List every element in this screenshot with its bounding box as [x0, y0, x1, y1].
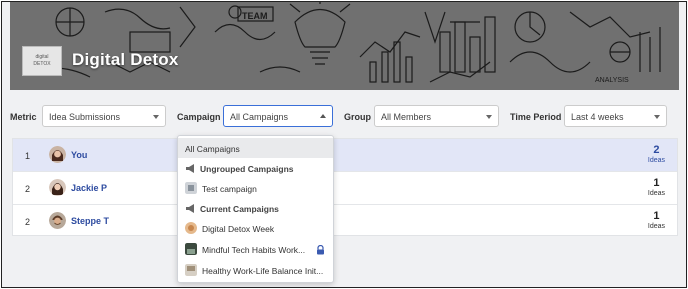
megaphone-icon — [186, 164, 194, 173]
metric-select[interactable]: Idea Submissions — [42, 105, 166, 127]
chevron-down-icon — [486, 115, 492, 119]
banner-title: Digital Detox — [72, 50, 179, 69]
campaign-thumbnail-icon — [185, 222, 197, 234]
table-row[interactable]: 2 Jackie P 1 Ideas — [13, 172, 677, 205]
chevron-down-icon — [153, 115, 159, 119]
idea-count-unit: Ideas — [647, 223, 665, 230]
rank-cell: 2 — [25, 217, 31, 227]
option-label: Digital Detox Week — [202, 224, 275, 234]
dropdown-option-campaign[interactable]: Test campaign — [178, 178, 333, 198]
avatar — [49, 179, 66, 196]
metric-select-value: Idea Submissions — [49, 112, 121, 122]
option-label: All Campaigns — [185, 144, 240, 154]
participant-name-link[interactable]: Jackie P — [71, 183, 107, 193]
idea-count: 1 Ideas — [648, 177, 665, 197]
logo-line: DETOX — [33, 61, 51, 67]
participant-name-link[interactable]: Steppe T — [71, 216, 109, 226]
leaderboard-table: 1 You 2 Ideas 2 Jackie P 1 Ideas 2 Stepp… — [12, 138, 678, 236]
campaign-thumbnail-icon — [185, 243, 197, 255]
megaphone-icon — [186, 204, 194, 213]
option-label: Healthy Work-Life Balance Init... — [202, 266, 324, 276]
campaign-banner: TEAM ANALYSIS digital DETOX Digital Deto… — [10, 2, 679, 90]
rank-cell: 1 — [25, 151, 31, 161]
group-header-label: Current Campaigns — [200, 204, 279, 214]
idea-count-value: 1 — [653, 210, 660, 222]
banner-doodle-image: TEAM ANALYSIS — [10, 2, 679, 90]
campaign-thumbnail-icon — [185, 264, 197, 276]
logo-line: digital — [35, 54, 49, 60]
rank-cell: 2 — [25, 184, 31, 194]
time-period-select[interactable]: Last 4 weeks — [564, 105, 667, 127]
campaign-select-value: All Campaigns — [230, 112, 289, 122]
table-row[interactable]: 2 Steppe T 1 Ideas — [13, 205, 677, 238]
dropdown-option-campaign[interactable]: Digital Detox Week — [178, 218, 333, 238]
metric-label: Metric — [10, 112, 37, 122]
dropdown-option-all-campaigns[interactable]: All Campaigns — [178, 138, 333, 158]
campaign-label: Campaign — [177, 112, 221, 122]
doodle-word-team: TEAM — [242, 11, 268, 21]
doodle-word-analysis: ANALYSIS — [595, 77, 629, 84]
option-label: Mindful Tech Habits Work... — [202, 245, 306, 255]
participant-name-link[interactable]: You — [71, 150, 87, 160]
group-header-label: Ungrouped Campaigns — [200, 164, 294, 174]
chevron-down-icon — [654, 115, 660, 119]
campaign-thumbnail-icon — [185, 182, 197, 194]
avatar — [49, 146, 66, 163]
lock-icon — [317, 245, 324, 255]
campaign-logo: digital DETOX — [22, 46, 62, 76]
dropdown-option-campaign[interactable]: Mindful Tech Habits Work... — [178, 239, 333, 259]
idea-count-unit: Ideas — [647, 157, 665, 164]
idea-count: 1 Ideas — [648, 210, 665, 230]
option-label: Test campaign — [202, 184, 257, 194]
time-period-select-value: Last 4 weeks — [571, 112, 624, 122]
app-frame: TEAM ANALYSIS digital DETOX Digital Deto… — [1, 1, 687, 288]
table-row[interactable]: 1 You 2 Ideas — [13, 139, 677, 172]
chevron-up-icon — [320, 114, 326, 118]
idea-count-value: 1 — [653, 177, 660, 189]
dropdown-option-campaign[interactable]: Healthy Work-Life Balance Init... — [178, 260, 333, 280]
idea-count-unit: Ideas — [647, 190, 665, 197]
filter-bar: Metric Idea Submissions Campaign All Cam… — [10, 105, 680, 131]
idea-count: 2 Ideas — [648, 144, 665, 164]
dropdown-group-current: Current Campaigns — [178, 198, 333, 218]
group-label: Group — [344, 112, 371, 122]
campaign-select[interactable]: All Campaigns — [223, 105, 333, 127]
dropdown-group-ungrouped: Ungrouped Campaigns — [178, 158, 333, 178]
time-period-label: Time Period — [510, 112, 562, 122]
group-select[interactable]: All Members — [374, 105, 499, 127]
campaign-dropdown-menu: All Campaigns Ungrouped Campaigns Test c… — [177, 135, 334, 283]
idea-count-value: 2 — [653, 144, 660, 156]
group-select-value: All Members — [381, 112, 432, 122]
avatar — [49, 212, 66, 229]
